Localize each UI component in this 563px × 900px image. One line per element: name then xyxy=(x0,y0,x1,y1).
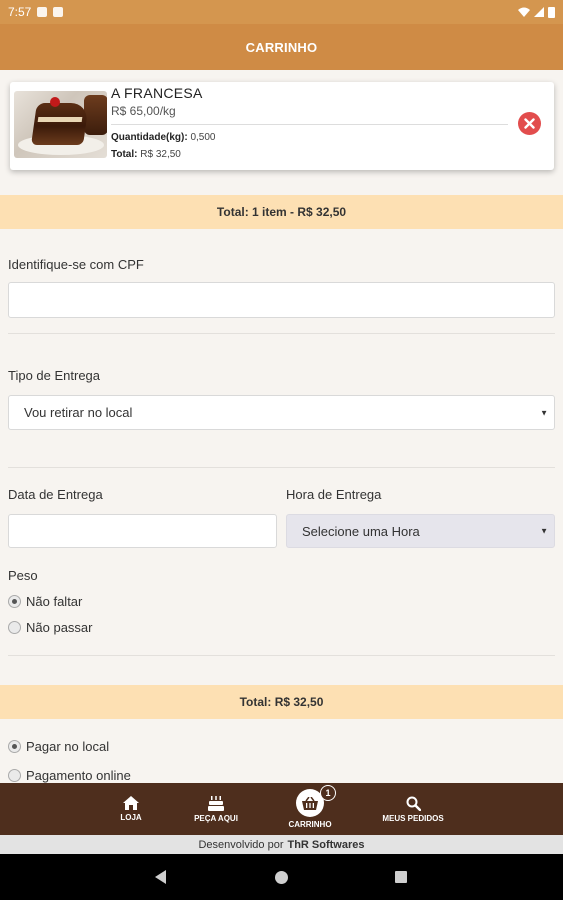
radio-label: Não passar xyxy=(26,620,93,635)
wifi-icon xyxy=(518,7,530,17)
footer-credit: Desenvolvido por ThR Softwares xyxy=(0,835,563,854)
cart-item: A FRANCESA R$ 65,00/kg Quantidade(kg): 0… xyxy=(10,82,554,170)
order-total-text: Total: R$ 32,50 xyxy=(239,695,324,709)
nav-item-loja[interactable]: LOJA xyxy=(110,783,152,835)
checkout-form: Identifique-se com CPF Tipo de Entrega V… xyxy=(0,245,563,685)
cart-summary-text: Total: 1 item - R$ 32,50 xyxy=(216,205,347,219)
nav-label: PEÇA AQUI xyxy=(194,813,238,823)
footer-prefix: Desenvolvido por xyxy=(198,838,284,851)
radio-label: Pagar no local xyxy=(26,739,110,754)
payment-option-local[interactable]: Pagar no local xyxy=(8,739,109,754)
total-value: R$ 32,50 xyxy=(140,149,181,160)
order-total: Total: R$ 32,50 xyxy=(0,685,563,719)
nav-item-peca-aqui[interactable]: PEÇA AQUI xyxy=(187,783,245,835)
bottom-nav: LOJA PEÇA AQUI 1 CARRINHO MEUS PEDIDOS xyxy=(0,783,563,835)
divider xyxy=(8,655,555,656)
nav-item-meus-pedidos[interactable]: MEUS PEDIDOS xyxy=(378,783,448,835)
app-header: CARRINHO xyxy=(0,24,563,70)
recents-icon[interactable] xyxy=(395,871,407,883)
radio-label: Pagamento online xyxy=(26,768,131,783)
product-quantity: Quantidade(kg): 0,500 xyxy=(111,132,215,143)
cpf-input[interactable] xyxy=(8,282,555,318)
status-time: 7:57 xyxy=(8,5,32,19)
radio-selected-icon xyxy=(8,595,21,608)
divider xyxy=(8,467,555,468)
sd-card-icon xyxy=(53,7,64,17)
home-circle-icon[interactable] xyxy=(275,871,288,884)
delivery-time-select[interactable]: Selecione uma Hora ▼ xyxy=(286,514,555,548)
status-bar: 7:57 xyxy=(0,0,563,24)
system-nav-bar xyxy=(0,854,563,900)
delivery-time-label: Hora de Entrega xyxy=(286,487,382,502)
product-total: Total: R$ 32,50 xyxy=(111,149,181,160)
product-unit-price: R$ 65,00/kg xyxy=(111,104,176,118)
dropdown-caret-icon: ▼ xyxy=(540,526,548,536)
notification-icon xyxy=(37,7,48,17)
quantity-label: Quantidade(kg): xyxy=(111,132,188,143)
total-label: Total: xyxy=(111,149,138,160)
back-icon[interactable] xyxy=(155,870,166,884)
weight-option-nao-faltar[interactable]: Não faltar xyxy=(8,594,82,609)
nav-item-carrinho[interactable]: 1 CARRINHO xyxy=(281,783,339,835)
dropdown-caret-icon: ▼ xyxy=(540,408,548,417)
footer-brand: ThR Softwares xyxy=(287,838,365,851)
product-name: A FRANCESA xyxy=(111,85,203,101)
cart-button-circle: 1 xyxy=(296,785,336,817)
cpf-label: Identifique-se com CPF xyxy=(8,257,144,272)
home-icon xyxy=(123,796,139,810)
delivery-date-label: Data de Entrega xyxy=(8,487,103,502)
remove-item-button[interactable] xyxy=(518,112,541,135)
basket-icon xyxy=(302,796,318,810)
delivery-type-value: Vou retirar no local xyxy=(24,405,133,420)
radio-unselected-icon xyxy=(8,621,21,634)
nav-label: MEUS PEDIDOS xyxy=(382,813,444,823)
radio-label: Não faltar xyxy=(26,594,83,609)
quantity-value: 0,500 xyxy=(190,132,216,143)
battery-icon xyxy=(548,6,555,18)
delivery-type-label: Tipo de Entrega xyxy=(8,368,101,383)
divider xyxy=(8,333,555,334)
delivery-date-input[interactable] xyxy=(8,514,277,548)
product-image xyxy=(14,91,107,158)
search-icon xyxy=(406,796,421,811)
close-icon xyxy=(524,118,535,129)
nav-label: LOJA xyxy=(120,813,142,822)
cart-summary: Total: 1 item - R$ 32,50 xyxy=(0,195,563,229)
radio-selected-icon xyxy=(8,740,21,753)
page-title: CARRINHO xyxy=(245,39,318,55)
radio-unselected-icon xyxy=(8,769,21,782)
divider xyxy=(111,124,508,125)
delivery-time-value: Selecione uma Hora xyxy=(302,523,420,539)
cake-icon xyxy=(208,795,224,811)
payment-option-online[interactable]: Pagamento online xyxy=(8,768,131,783)
signal-icon xyxy=(534,7,544,17)
weight-label: Peso xyxy=(8,568,38,583)
weight-option-nao-passar[interactable]: Não passar xyxy=(8,620,92,635)
nav-label: CARRINHO xyxy=(288,820,332,829)
cart-count-badge: 1 xyxy=(320,785,336,801)
delivery-type-select[interactable]: Vou retirar no local ▼ xyxy=(8,395,555,430)
